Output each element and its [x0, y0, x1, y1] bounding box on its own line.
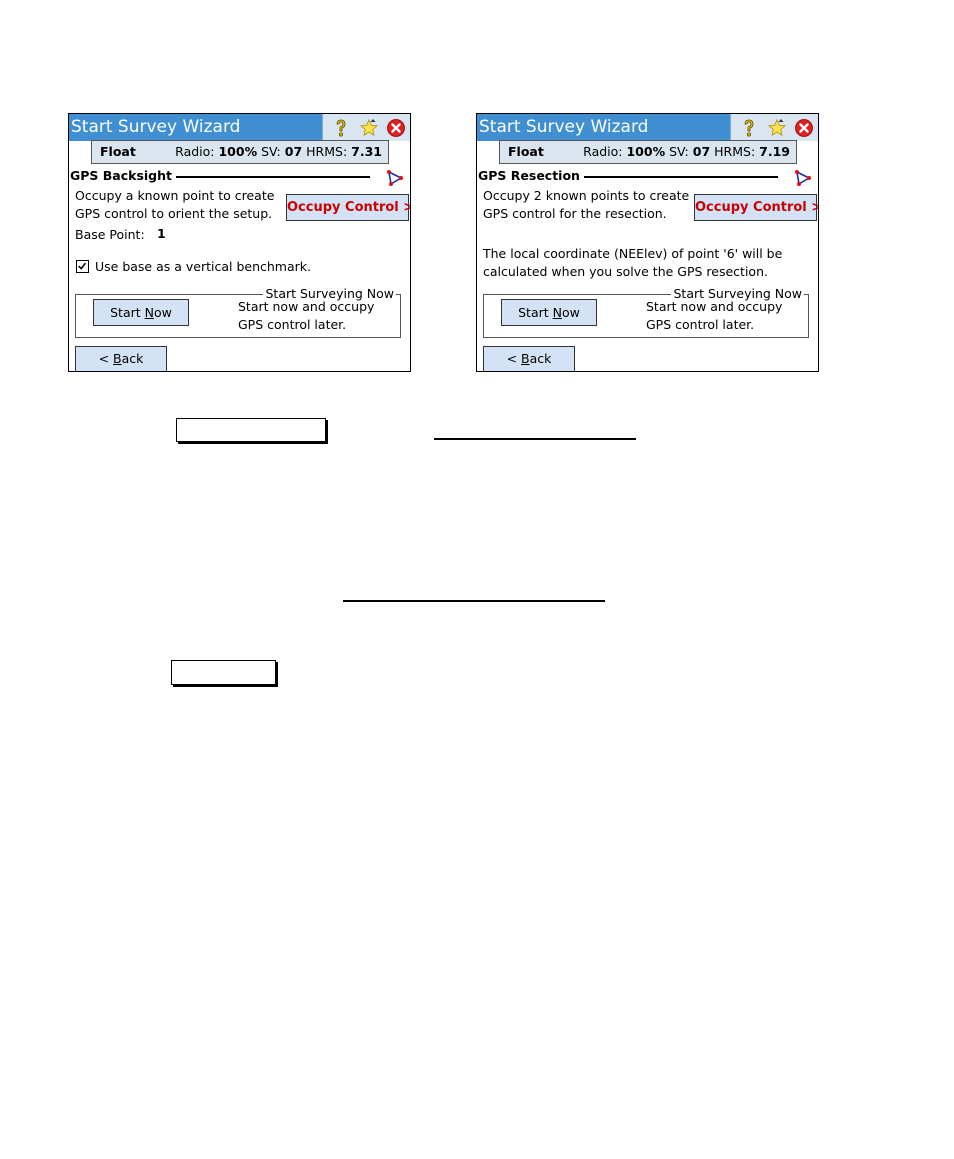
title-bar-buttons	[322, 114, 410, 141]
radio-label: Radio:	[583, 144, 623, 159]
back-mnemonic: B	[521, 351, 530, 366]
description-line-2: GPS control for the resection.	[483, 206, 667, 221]
back-button[interactable]: < Back	[483, 346, 575, 371]
start-now-button[interactable]: Start Now	[501, 299, 597, 326]
section-divider	[567, 176, 778, 178]
blank-field-box-2	[171, 660, 276, 685]
note-line-1: The local coordinate (NEElev) of point '…	[483, 246, 783, 261]
title-bar: Start Survey Wizard	[69, 114, 410, 141]
start-now-label-part: Start	[518, 305, 553, 320]
fix-type: Float	[100, 144, 136, 159]
blank-underline-1	[434, 438, 636, 440]
start-now-mnemonic: N	[144, 305, 154, 320]
title-bar-buttons	[730, 114, 818, 141]
hrms-value: 7.19	[759, 144, 790, 159]
vertical-benchmark-checkbox[interactable]	[76, 260, 89, 273]
start-desc-line-2: GPS control later.	[238, 317, 347, 332]
favorites-star-icon[interactable]	[359, 118, 379, 138]
status-values: Radio: 100% SV: 07 HRMS: 7.31	[175, 141, 382, 163]
occupy-control-button[interactable]: Occupy Control >	[286, 194, 410, 221]
sv-label: SV:	[669, 144, 689, 159]
description-line-2: GPS control to orient the setup.	[75, 206, 273, 221]
help-icon[interactable]	[739, 118, 759, 138]
resection-triangle-icon[interactable]	[386, 169, 404, 187]
start-desc-line-2: GPS control later.	[646, 317, 755, 332]
hrms-label: HRMS:	[714, 144, 756, 159]
start-now-mnemonic: N	[552, 305, 562, 320]
resection-triangle-icon[interactable]	[794, 169, 812, 187]
fix-type: Float	[508, 144, 544, 159]
vertical-benchmark-label[interactable]: Use base as a vertical benchmark.	[95, 258, 311, 276]
back-label-part: ack	[529, 351, 552, 366]
close-icon[interactable]	[794, 118, 814, 138]
favorites-star-icon[interactable]	[767, 118, 787, 138]
hrms-value: 7.31	[351, 144, 382, 159]
start-now-label-part: ow	[154, 305, 172, 320]
radio-label: Radio:	[175, 144, 215, 159]
description-line-1: Occupy 2 known points to create	[483, 188, 690, 203]
sv-label: SV:	[261, 144, 281, 159]
title-bar: Start Survey Wizard	[477, 114, 818, 141]
note-line-2: calculated when you solve the GPS resect…	[483, 264, 768, 279]
checkmark-icon	[78, 262, 87, 270]
occupy-control-button[interactable]: Occupy Control >	[694, 194, 818, 221]
blank-field-box-1	[176, 418, 326, 442]
gps-status-bar: Float Radio: 100% SV: 07 HRMS: 7.31	[91, 140, 389, 164]
section-title: GPS Backsight	[70, 167, 177, 184]
blank-underline-2	[343, 600, 605, 602]
help-icon[interactable]	[331, 118, 351, 138]
sv-value: 07	[692, 144, 711, 159]
start-survey-wizard-backsight-window: Start Survey Wizard Float Radio: 100% SV…	[68, 113, 411, 372]
sv-value: 07	[284, 144, 303, 159]
window-title: Start Survey Wizard	[479, 117, 649, 137]
section-divider	[149, 176, 370, 178]
description-line-1: Occupy a known point to create	[75, 188, 275, 203]
base-point-value: 1	[157, 226, 166, 241]
start-desc-line-1: Start now and occupy	[238, 299, 375, 314]
radio-value: 100%	[626, 144, 666, 159]
back-mnemonic: B	[113, 351, 122, 366]
start-desc-line-1: Start now and occupy	[646, 299, 783, 314]
section-header: GPS Backsight	[69, 167, 410, 187]
start-now-label-part: ow	[562, 305, 580, 320]
back-label-part: <	[98, 351, 114, 366]
base-point-label: Base Point:	[75, 227, 145, 242]
section-header: GPS Resection	[477, 167, 818, 187]
hrms-label: HRMS:	[306, 144, 348, 159]
radio-value: 100%	[218, 144, 258, 159]
gps-status-bar: Float Radio: 100% SV: 07 HRMS: 7.19	[499, 140, 797, 164]
start-now-button[interactable]: Start Now	[93, 299, 189, 326]
back-label-part: ack	[121, 351, 144, 366]
start-now-label-part: Start	[110, 305, 145, 320]
close-icon[interactable]	[386, 118, 406, 138]
start-survey-wizard-resection-window: Start Survey Wizard Float Radio: 100% SV…	[476, 113, 819, 372]
back-button[interactable]: < Back	[75, 346, 167, 371]
window-title: Start Survey Wizard	[71, 117, 241, 137]
back-label-part: <	[506, 351, 522, 366]
status-values: Radio: 100% SV: 07 HRMS: 7.19	[583, 141, 790, 163]
section-title: GPS Resection	[478, 167, 584, 184]
